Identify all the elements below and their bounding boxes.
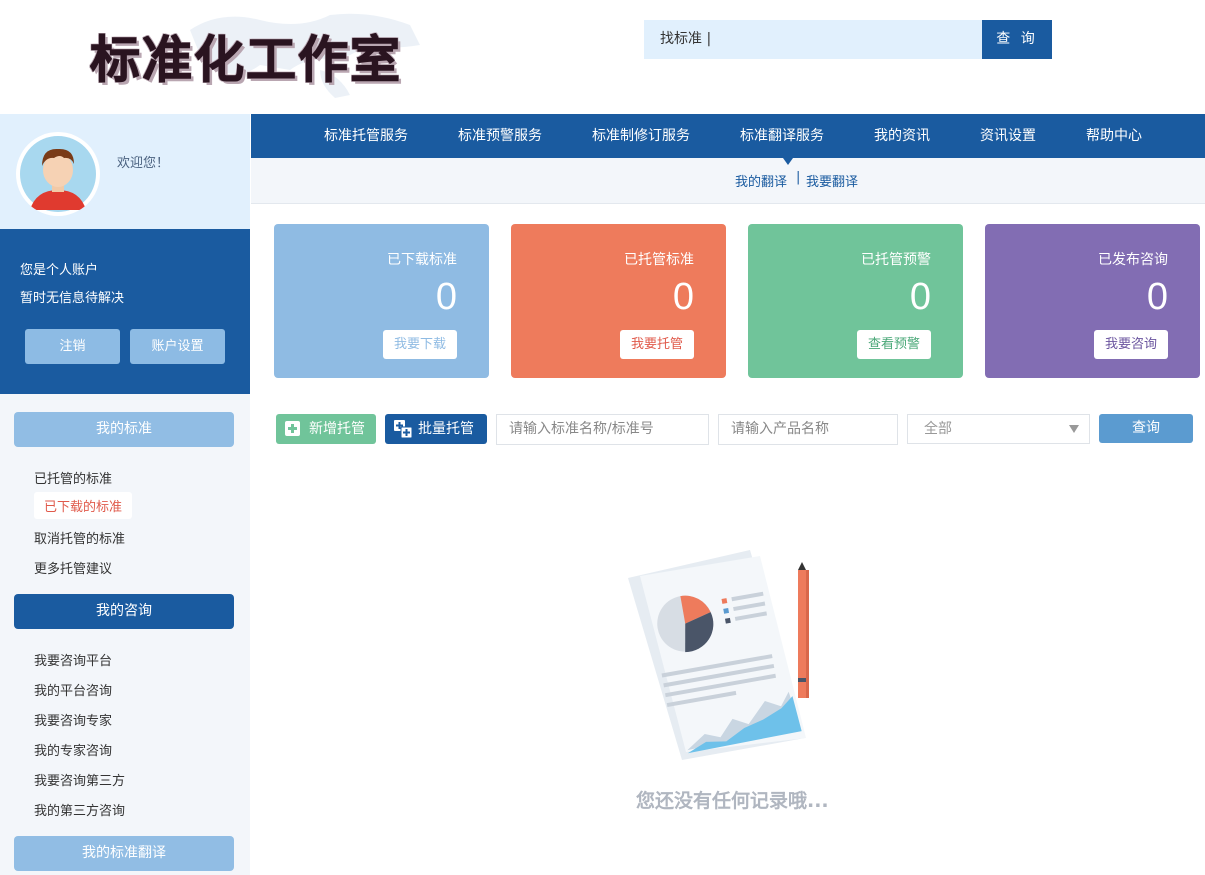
query-button[interactable]: 查询 [1099, 414, 1193, 443]
card-value: 0 [435, 276, 457, 318]
product-search-input[interactable]: 请输入产品名称 [718, 414, 898, 445]
card-value: 0 [1146, 276, 1168, 318]
sidebar: 欢迎您！ 您是个人账户 暂时无信息待解决 注销 账户设置 我的标准 已托管的标准… [0, 114, 250, 875]
empty-state-message: 您还没有任何记录哦... [636, 790, 829, 812]
sidebar-item-my-third-party-consult[interactable]: 我的第三方咨询 [34, 800, 125, 819]
empty-report-icon [628, 550, 809, 760]
batch-hosting-label: 批量托管 [418, 421, 474, 437]
card-value: 0 [909, 276, 931, 318]
chevron-down-icon [1069, 425, 1079, 433]
logo-text: 标准化工作室 [90, 30, 402, 90]
sidebar-item-my-expert-consult[interactable]: 我的专家咨询 [34, 740, 112, 759]
nav-active-indicator [783, 158, 793, 165]
avatar-icon [20, 136, 96, 212]
subnav-my-translation[interactable]: 我的翻译 [735, 171, 787, 190]
sidebar-item-consult-third-party[interactable]: 我要咨询第三方 [34, 770, 125, 789]
nav-item-translation[interactable]: 标准翻译服务 [740, 114, 824, 158]
welcome-text: 欢迎您！ [117, 156, 170, 171]
download-button[interactable]: 我要下载 [382, 330, 457, 359]
account-panel: 您是个人账户 暂时无信息待解决 注销 账户设置 [0, 229, 250, 394]
menu-head-my-translation[interactable]: 我的标准翻译 [14, 836, 234, 871]
view-warnings-button[interactable]: 查看预警 [856, 330, 931, 359]
consult-button[interactable]: 我要咨询 [1093, 330, 1168, 359]
nav-item-warning[interactable]: 标准预警服务 [458, 114, 542, 158]
menu-head-my-standards[interactable]: 我的标准 [14, 412, 234, 447]
add-hosting-label: 新增托管 [309, 421, 365, 437]
sidebar-item-hosting-suggestions[interactable]: 更多托管建议 [34, 558, 112, 577]
account-status: 暂时无信息待解决 [20, 291, 125, 306]
batch-hosting-button[interactable]: 批量托管 [385, 414, 487, 444]
header: 标准化工作室 找标准 | 查 询 [0, 0, 1205, 114]
profile-panel: 欢迎您！ [0, 114, 250, 229]
card-title: 已托管标准 [624, 252, 694, 268]
nav-item-revision[interactable]: 标准制修订服务 [592, 114, 690, 158]
sidebar-item-my-platform-consult[interactable]: 我的平台咨询 [34, 680, 112, 699]
sub-nav: 我的翻译 | 我要翻译 [251, 158, 1205, 204]
multi-plus-icon [394, 420, 412, 438]
sidebar-item-downloaded-standards[interactable]: 已下载的标准 [34, 492, 133, 519]
subnav-separator: | [796, 170, 801, 185]
card-hosted: 已托管标准 0 我要托管 [511, 224, 726, 378]
add-hosting-button[interactable]: 新增托管 [276, 414, 376, 444]
logo[interactable]: 标准化工作室 [80, 0, 440, 110]
sidebar-item-hosted-standards[interactable]: 已托管的标准 [34, 468, 112, 487]
standard-search-input[interactable]: 请输入标准名称/标准号 [496, 414, 709, 445]
select-value: 全部 [924, 421, 952, 437]
account-type: 您是个人账户 [20, 263, 99, 278]
category-select[interactable]: 全部 [907, 414, 1090, 444]
plus-icon [285, 421, 300, 436]
account-settings-button[interactable]: 账户设置 [130, 329, 225, 364]
card-title: 已托管预警 [861, 252, 931, 268]
sidebar-item-cancelled-hosting[interactable]: 取消托管的标准 [34, 528, 125, 547]
sidebar-item-consult-expert[interactable]: 我要咨询专家 [34, 710, 112, 729]
sidebar-item-consult-platform[interactable]: 我要咨询平台 [34, 650, 112, 669]
search-button[interactable]: 查 询 [982, 20, 1052, 59]
nav-item-help[interactable]: 帮助中心 [1086, 114, 1142, 158]
host-button[interactable]: 我要托管 [619, 330, 694, 359]
menu-head-my-consulting[interactable]: 我的咨询 [14, 594, 234, 629]
card-title: 已下载标准 [387, 252, 457, 268]
card-warnings: 已托管预警 0 查看预警 [748, 224, 963, 378]
top-nav: 标准托管服务 标准预警服务 标准制修订服务 标准翻译服务 我的资讯 资讯设置 帮… [251, 114, 1205, 158]
nav-item-hosting[interactable]: 标准托管服务 [324, 114, 408, 158]
nav-item-my-news[interactable]: 我的资讯 [874, 114, 930, 158]
subnav-request-translation[interactable]: 我要翻译 [806, 171, 858, 190]
avatar[interactable] [16, 132, 100, 216]
card-title: 已发布咨询 [1098, 252, 1168, 268]
card-consulting: 已发布咨询 0 我要咨询 [985, 224, 1200, 378]
card-value: 0 [672, 276, 694, 318]
logout-button[interactable]: 注销 [25, 329, 120, 364]
search-input[interactable]: 找标准 | [644, 20, 982, 59]
card-downloaded: 已下载标准 0 我要下载 [274, 224, 489, 378]
nav-item-news-settings[interactable]: 资讯设置 [980, 114, 1036, 158]
